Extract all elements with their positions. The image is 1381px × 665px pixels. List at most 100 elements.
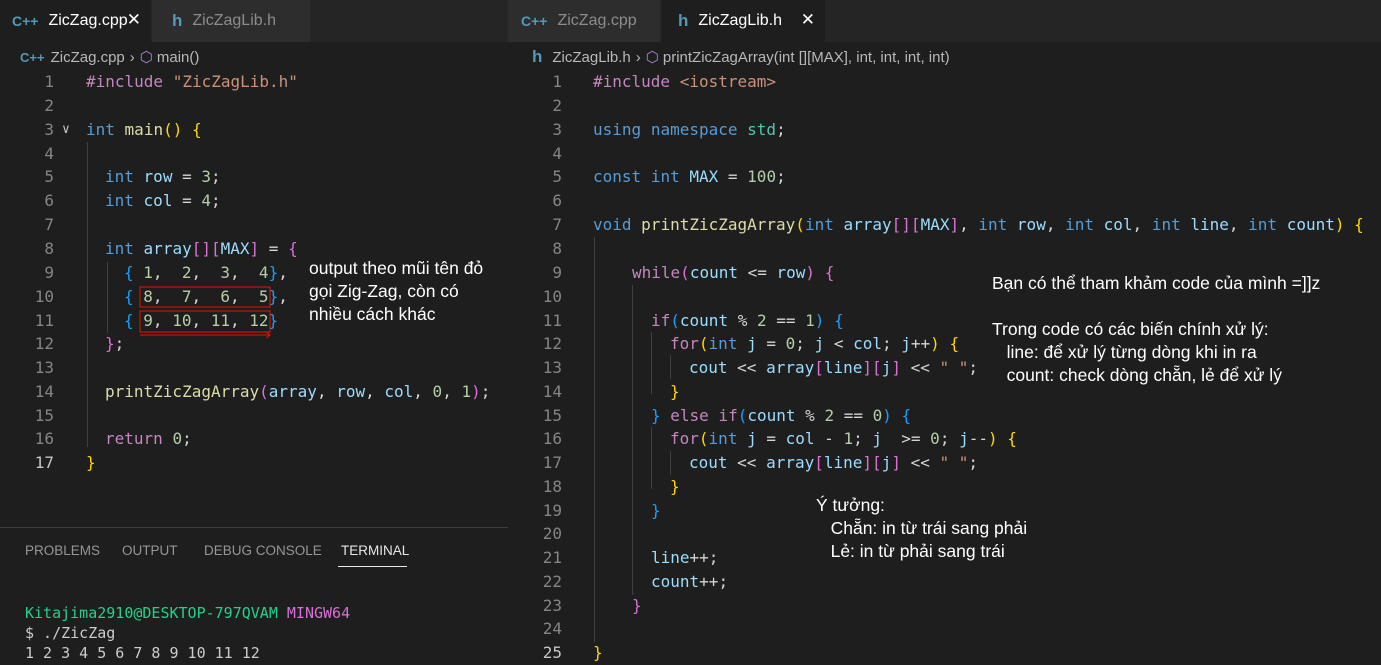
line-number: 8 xyxy=(552,239,562,258)
code-line: using namespace std; xyxy=(593,120,786,139)
code-line: cout << array[line][j] << " "; xyxy=(689,453,979,472)
line-number: 25 xyxy=(542,643,562,662)
line-number: 22 xyxy=(542,572,562,591)
cpp-file-icon: C++ xyxy=(12,13,39,29)
code-line: const int MAX = 100; xyxy=(593,167,786,186)
tab-terminal[interactable]: TERMINAL xyxy=(341,543,409,558)
line-number: 9 xyxy=(44,263,54,282)
code-line: int col = 4; xyxy=(105,191,221,210)
code-line: while(count <= row) { xyxy=(632,263,835,282)
line-number: 12 xyxy=(34,334,54,353)
line-number: 2 xyxy=(44,96,54,115)
row-highlight-box xyxy=(139,310,271,333)
left-tab-bar: C++ ZicZag.cpp ✕ h ZicZagLib.h xyxy=(0,0,508,42)
code-line: int row = 3; xyxy=(105,167,221,186)
breadcrumb: C++ ZicZag.cpp › ⬡ main() xyxy=(20,45,199,69)
line-number: 1 xyxy=(44,72,54,91)
code-line: if(count % 2 == 1) { xyxy=(651,311,844,330)
code-line: void printZicZagArray(int array[][MAX], … xyxy=(593,215,1364,234)
line-number: 5 xyxy=(552,167,562,186)
line-number: 2 xyxy=(552,96,562,115)
method-cube-icon: ⬡ xyxy=(139,49,153,66)
header-file-icon: h xyxy=(532,47,543,66)
code-line: cout << array[line][j] << " "; xyxy=(689,358,979,377)
code-line: } xyxy=(670,477,680,496)
line-number: 3 xyxy=(552,120,562,139)
line-number: 14 xyxy=(34,382,54,401)
line-number: 17 xyxy=(34,453,54,472)
line-number: 10 xyxy=(542,287,562,306)
line-number: 16 xyxy=(34,429,54,448)
cpp-file-icon: C++ xyxy=(521,13,548,29)
annotation-idea: Ý tưởng: Chẵn: in từ trái sang phải Lẻ: … xyxy=(816,495,1028,561)
code-line: } xyxy=(651,501,661,520)
breadcrumb-file[interactable]: ZicZagLib.h xyxy=(552,49,630,66)
tab-ziczag-cpp[interactable]: C++ ZicZag.cpp ✕ xyxy=(0,0,152,42)
tab-zigzaglib-h[interactable]: h ZicZagLib.h xyxy=(152,0,311,42)
annotation-output-note: output theo mũi tên đỏ gọi Zig-Zag, còn … xyxy=(309,258,484,324)
line-number: 15 xyxy=(542,406,562,425)
close-icon[interactable]: ✕ xyxy=(801,10,815,30)
code-line: #include "ZicZagLib.h" xyxy=(86,70,298,94)
line-number: 4 xyxy=(44,144,54,163)
line-number: 16 xyxy=(542,429,562,448)
tab-output[interactable]: OUTPUT xyxy=(122,543,178,558)
tab-label: ZicZagLib.h xyxy=(192,12,276,29)
tab-zigzaglib-h[interactable]: h ZicZagLib.h ✕ xyxy=(662,0,826,42)
line-number: 7 xyxy=(44,215,54,234)
right-editor-group: C++ ZicZag.cpp h ZicZagLib.h ✕ h ZicZagL… xyxy=(508,0,1381,665)
terminal-prompt-line: Kitajima2910@DESKTOP-797QVAM MINGW64 xyxy=(25,604,350,622)
breadcrumb-symbol[interactable]: main() xyxy=(157,49,200,66)
tab-label: ZicZag.cpp xyxy=(557,12,637,29)
code-line: int array[][MAX] = { xyxy=(105,239,298,258)
line-number: 19 xyxy=(542,501,562,520)
line-number: 12 xyxy=(542,334,562,353)
header-file-icon: h xyxy=(678,11,689,30)
line-number: 21 xyxy=(542,548,562,567)
code-line: count++; xyxy=(651,572,729,591)
code-line: } xyxy=(86,453,96,472)
line-number: 14 xyxy=(542,382,562,401)
line-number: 17 xyxy=(542,453,562,472)
annotation-tip: Bạn có thể tham khảm code của mình =]]z xyxy=(992,273,1321,293)
cpp-file-icon: C++ xyxy=(20,49,45,65)
line-number: 6 xyxy=(44,191,54,210)
code-line: } else if(count % 2 == 0) { xyxy=(651,406,912,425)
line-number: 7 xyxy=(552,215,562,234)
line-number: 13 xyxy=(542,358,562,377)
terminal-command: $ ./ZicZag xyxy=(25,624,116,642)
chevron-down-icon[interactable]: ∨ xyxy=(62,118,70,142)
chevron-right-icon: › xyxy=(635,48,641,66)
line-number: 5 xyxy=(44,167,54,186)
code-line: } xyxy=(632,596,642,615)
breadcrumb-file[interactable]: ZicZag.cpp xyxy=(51,49,125,66)
line-number: 3 xyxy=(44,120,54,139)
chevron-right-icon: › xyxy=(129,48,135,66)
tab-ziczag-cpp[interactable]: C++ ZicZag.cpp xyxy=(508,0,661,42)
line-number: 4 xyxy=(552,144,562,163)
line-number: 23 xyxy=(542,596,562,615)
tab-problems[interactable]: PROBLEMS xyxy=(25,543,100,558)
line-number: 24 xyxy=(542,619,562,638)
header-file-icon: h xyxy=(172,11,183,30)
code-include: #include xyxy=(86,72,173,91)
tab-label: ZicZagLib.h xyxy=(698,12,782,29)
code-line: } xyxy=(593,643,603,662)
bottom-panel: PROBLEMS OUTPUT DEBUG CONSOLE TERMINAL K… xyxy=(0,527,508,665)
line-number: 8 xyxy=(44,239,54,258)
tab-debug-console[interactable]: DEBUG CONSOLE xyxy=(204,543,322,558)
code-line: }; xyxy=(105,334,125,353)
line-number: 13 xyxy=(34,358,54,377)
terminal-user-host: Kitajima2910@DESKTOP-797QVAM xyxy=(25,604,278,622)
line-number: 1 xyxy=(552,72,562,91)
annotation-variables: Trong code có các biến chính xử lý: line… xyxy=(992,319,1282,385)
breadcrumb: h ZicZagLib.h › ⬡ printZicZagArray(int [… xyxy=(532,45,950,69)
breadcrumb-symbol[interactable]: printZicZagArray(int [][MAX], int, int, … xyxy=(663,49,950,66)
method-cube-icon: ⬡ xyxy=(645,49,659,66)
active-tab-indicator xyxy=(338,566,407,567)
right-tab-bar: C++ ZicZag.cpp h ZicZagLib.h ✕ xyxy=(508,0,1381,42)
code-line: printZicZagArray(array, row, col, 0, 1); xyxy=(105,382,491,401)
line-number: 20 xyxy=(542,524,562,543)
code-line: return 0; xyxy=(105,429,192,448)
close-icon[interactable]: ✕ xyxy=(127,10,141,30)
